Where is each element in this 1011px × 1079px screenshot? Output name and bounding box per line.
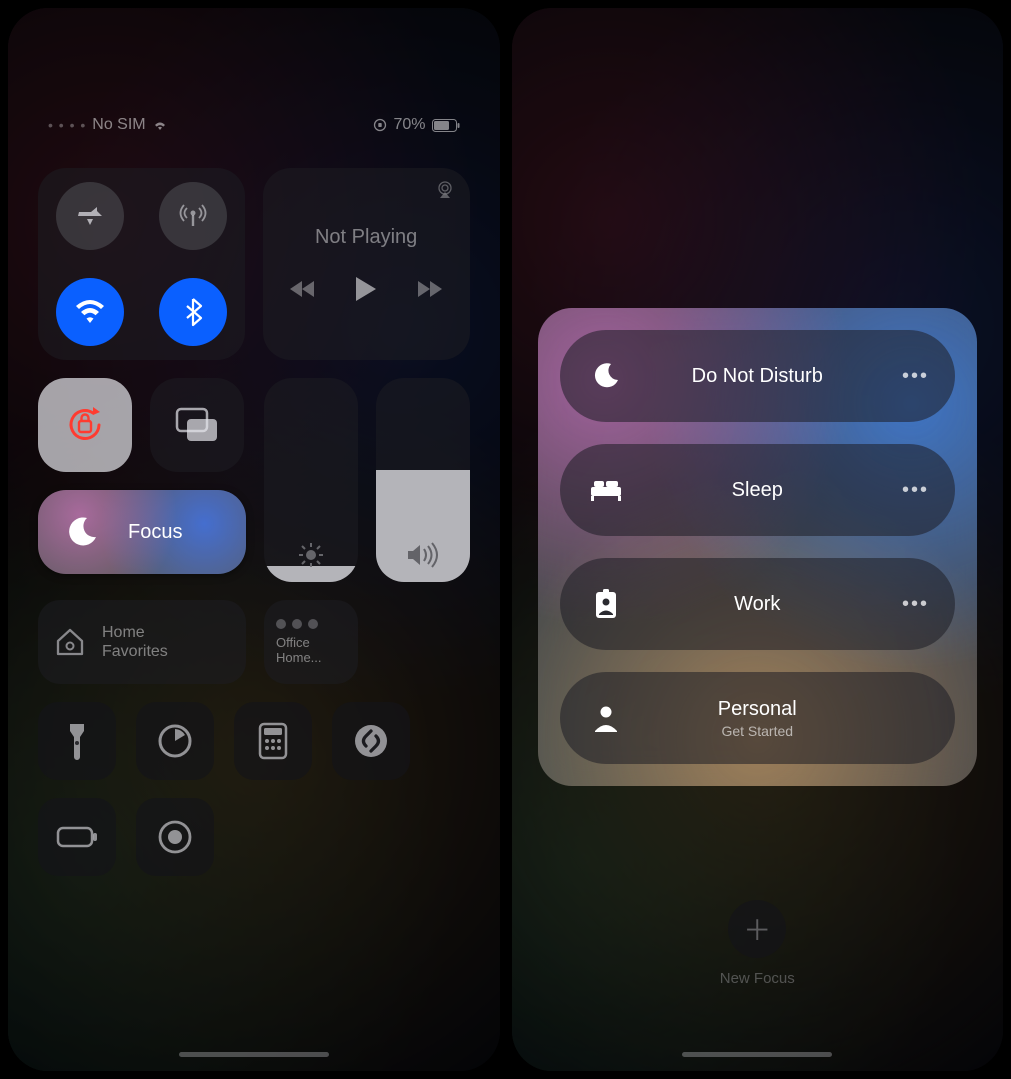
airplane-mode-toggle[interactable] xyxy=(56,182,124,250)
low-power-button[interactable] xyxy=(38,798,116,876)
calculator-icon xyxy=(258,722,288,760)
signal-dots-icon: • • • • xyxy=(48,117,86,133)
home-favorites-tile[interactable]: Home Favorites xyxy=(38,600,246,684)
focus-item-label: Personal xyxy=(718,698,797,720)
rotation-lock-icon xyxy=(63,403,107,447)
wifi-icon xyxy=(74,299,106,325)
office-home-tile[interactable]: Office Home... xyxy=(264,600,358,684)
focus-item-label: Work xyxy=(734,593,780,615)
phone-focus-sheet: Do Not Disturb ••• Sleep ••• Work ••• Pe… xyxy=(512,8,1004,1071)
focus-item-do-not-disturb[interactable]: Do Not Disturb ••• xyxy=(560,330,956,422)
home-indicator[interactable] xyxy=(682,1052,832,1057)
cellular-data-toggle[interactable] xyxy=(159,182,227,250)
focus-item-sublabel: Get Started xyxy=(560,723,956,739)
connectivity-tile[interactable] xyxy=(38,168,245,360)
focus-tile-label: Focus xyxy=(128,521,182,544)
prev-track-icon xyxy=(290,280,316,298)
home-line1: Home xyxy=(102,623,168,642)
battery-icon xyxy=(432,119,460,132)
media-prev-button[interactable] xyxy=(290,280,316,298)
wifi-toggle[interactable] xyxy=(56,278,124,346)
timer-icon xyxy=(156,722,194,760)
battery-outline-icon xyxy=(56,826,98,848)
calculator-button[interactable] xyxy=(234,702,312,780)
screen-mirroring-toggle[interactable] xyxy=(150,378,244,472)
moon-icon xyxy=(56,506,108,558)
antenna-icon xyxy=(178,201,208,231)
sun-icon xyxy=(264,542,358,568)
focus-tile[interactable]: Focus xyxy=(38,490,246,574)
focus-item-label: Do Not Disturb xyxy=(692,365,823,387)
control-center-grid: Not Playing xyxy=(38,168,470,876)
focus-modes-panel: Do Not Disturb ••• Sleep ••• Work ••• Pe… xyxy=(538,308,978,786)
next-track-icon xyxy=(416,280,442,298)
flashlight-button[interactable] xyxy=(38,702,116,780)
screen-record-button[interactable] xyxy=(136,798,214,876)
airplane-icon xyxy=(75,201,105,231)
record-icon xyxy=(156,818,194,856)
home-indicator[interactable] xyxy=(179,1052,329,1057)
focus-item-personal[interactable]: Personal Get Started xyxy=(560,672,956,764)
shazam-button[interactable] xyxy=(332,702,410,780)
status-bar: • • • • No SIM 70% xyxy=(8,116,500,134)
media-tile[interactable]: Not Playing xyxy=(263,168,470,360)
bluetooth-toggle[interactable] xyxy=(159,278,227,346)
brightness-slider[interactable] xyxy=(264,378,358,582)
play-icon xyxy=(354,275,378,303)
wifi-status-icon xyxy=(152,119,168,131)
screen-mirroring-icon xyxy=(174,406,220,444)
new-focus-button[interactable]: ＋ New Focus xyxy=(512,900,1004,987)
focus-item-work[interactable]: Work ••• xyxy=(560,558,956,650)
sim-status-label: No SIM xyxy=(92,116,145,134)
phone-control-center: • • • • No SIM 70% xyxy=(8,8,500,1071)
rotation-lock-status-icon xyxy=(373,118,387,132)
new-focus-label: New Focus xyxy=(720,970,795,987)
home-line2: Favorites xyxy=(102,642,168,661)
shazam-icon xyxy=(352,722,390,760)
speaker-icon xyxy=(376,542,470,568)
battery-pct-label: 70% xyxy=(393,116,425,134)
timer-button[interactable] xyxy=(136,702,214,780)
orientation-lock-toggle[interactable] xyxy=(38,378,132,472)
focus-item-label: Sleep xyxy=(732,479,783,501)
brightness-fill xyxy=(264,566,358,582)
plus-icon: ＋ xyxy=(728,900,786,958)
media-play-button[interactable] xyxy=(354,275,378,303)
flashlight-icon xyxy=(65,721,89,761)
focus-item-sleep[interactable]: Sleep ••• xyxy=(560,444,956,536)
media-next-button[interactable] xyxy=(416,280,442,298)
media-state-label: Not Playing xyxy=(315,226,417,249)
office-status-dots-icon xyxy=(276,619,318,629)
home-icon xyxy=(54,627,86,657)
office-label: Office Home... xyxy=(276,635,346,665)
volume-slider[interactable] xyxy=(376,378,470,582)
bluetooth-icon xyxy=(183,297,203,327)
airplay-icon[interactable] xyxy=(434,180,456,200)
